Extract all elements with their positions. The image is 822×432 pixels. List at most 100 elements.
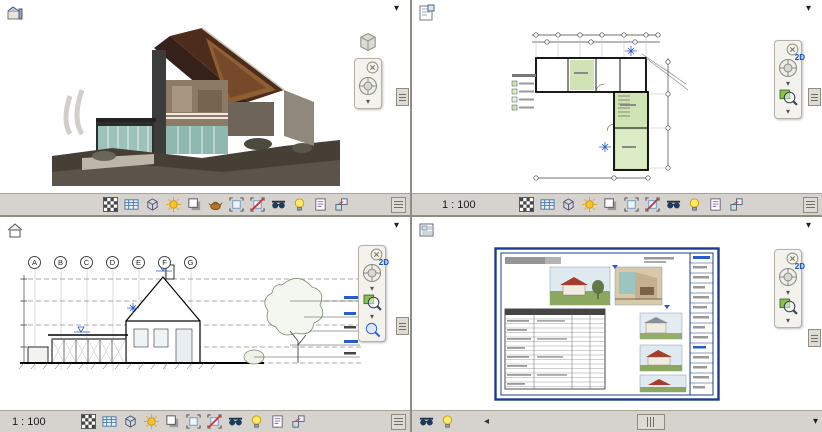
wheel-dropdown-icon[interactable]: ▾ (366, 98, 370, 106)
scroll-arrow-icon[interactable]: ▾ (806, 220, 811, 232)
elevation-view-icon[interactable] (6, 221, 24, 239)
view-control-bar: 1 : 100 (0, 410, 410, 432)
scroll-left-icon[interactable]: ◂ (484, 416, 489, 427)
hide-isolate-icon[interactable] (418, 413, 435, 430)
horizontal-scrollbar[interactable] (493, 413, 805, 430)
detail-level-icon[interactable] (123, 196, 140, 213)
app-window: { "colors": { "chrome": "#d6d3ce", "chro… (0, 0, 822, 432)
visual-style-icon[interactable] (144, 196, 161, 213)
displacement-icon[interactable] (290, 413, 307, 430)
viewport-3d[interactable]: ▾ ▾ (0, 0, 410, 215)
visual-style-icon[interactable] (560, 196, 577, 213)
scroll-down-icon[interactable]: ▾ (813, 416, 818, 427)
scrollbar-grip[interactable] (808, 329, 821, 347)
wheel-2d-label: 2D (794, 53, 805, 62)
crop-visibility-icon[interactable] (206, 413, 223, 430)
floor-plan-drawing (510, 28, 702, 186)
hide-isolate-icon[interactable] (270, 196, 287, 213)
hide-isolate-icon[interactable] (665, 196, 682, 213)
view-properties-icon[interactable] (707, 196, 724, 213)
tiled-viewports: ▾ ▾ ▾ 2D ▾ ▾ 1: 100 A B C D E F G ▾ 2D … (0, 0, 822, 432)
3d-house-drawing (52, 26, 340, 186)
wheel-dropdown-icon[interactable]: ▾ (370, 285, 374, 293)
navigation-bar: 2D ▾ ▾ (774, 40, 805, 119)
scrollbar-grip[interactable] (396, 317, 409, 335)
displacement-icon[interactable] (333, 196, 350, 213)
scrollbar-grip[interactable] (808, 88, 821, 106)
scroll-arrow-icon[interactable]: ▾ (394, 3, 399, 15)
steering-wheel-button[interactable]: 2D (777, 262, 805, 288)
shadows-icon[interactable] (602, 196, 619, 213)
zoom-button[interactable] (779, 88, 798, 107)
view-control-bar: 1 : 100 (412, 193, 822, 215)
steering-wheel-button[interactable]: 2D (777, 53, 805, 79)
view-properties-icon[interactable] (312, 196, 329, 213)
viewport-elevation[interactable]: ABCDEFG ▾ 2D ▾ ▾ 1 : 100 (0, 217, 410, 432)
zoom-button[interactable] (779, 297, 798, 316)
plan-view-icon[interactable] (418, 4, 436, 22)
shadows-icon[interactable] (164, 413, 181, 430)
grid-bubble: G (184, 256, 197, 269)
grid-bubble: B (54, 256, 67, 269)
detail-level-icon[interactable] (539, 196, 556, 213)
zoom-dropdown-icon[interactable]: ▾ (786, 108, 790, 116)
zoom-dropdown-icon[interactable]: ▾ (370, 313, 374, 321)
view-toolbar (102, 196, 350, 213)
navigation-bar: ▾ (354, 58, 382, 109)
resize-grip[interactable] (803, 196, 818, 213)
resize-grip[interactable] (391, 413, 406, 430)
grid-bubble: A (28, 256, 41, 269)
sun-icon[interactable] (143, 413, 160, 430)
crop-visibility-icon[interactable] (644, 196, 661, 213)
grid-bubble-row: ABCDEFG (28, 256, 197, 269)
viewcube-icon[interactable] (356, 30, 380, 54)
displacement-icon[interactable] (728, 196, 745, 213)
zoom-dropdown-icon[interactable]: ▾ (786, 317, 790, 325)
scrollbar-grip[interactable] (396, 88, 409, 106)
scroll-arrow-icon[interactable]: ▾ (394, 220, 399, 232)
scroll-arrow-icon[interactable]: ▾ (806, 3, 811, 15)
sun-icon[interactable] (581, 196, 598, 213)
scale-button[interactable]: 1 : 100 (12, 416, 46, 428)
crop-icon[interactable] (228, 196, 245, 213)
crop-icon[interactable] (623, 196, 640, 213)
steering-wheel-button[interactable]: 2D (361, 258, 389, 284)
reveal-hidden-icon[interactable] (248, 413, 265, 430)
steering-wheel-button[interactable] (357, 75, 379, 97)
crop-icon[interactable] (185, 413, 202, 430)
hide-isolate-icon[interactable] (227, 413, 244, 430)
detail-level-icon[interactable] (101, 413, 118, 430)
scale-icon[interactable] (102, 196, 119, 213)
horizontal-scroll-thumb[interactable] (636, 413, 665, 430)
view-control-bar (0, 193, 410, 215)
reveal-hidden-icon[interactable] (686, 196, 703, 213)
view-toolbar (418, 413, 456, 430)
view-properties-icon[interactable] (269, 413, 286, 430)
viewport-sheet[interactable]: ▾ 2D ▾ ▾ ◂ ▾ (412, 217, 822, 432)
navigation-bar: 2D ▾ ▾ (774, 249, 805, 328)
crop-visibility-icon[interactable] (249, 196, 266, 213)
scale-button[interactable]: 1 : 100 (442, 199, 476, 211)
viewport-plan[interactable]: ▾ 2D ▾ ▾ 1 : 100 (412, 0, 822, 215)
sun-icon[interactable] (165, 196, 182, 213)
reveal-hidden-icon[interactable] (439, 413, 456, 430)
sheet-drawing (494, 247, 720, 401)
wheel-dropdown-icon[interactable]: ▾ (786, 80, 790, 88)
reveal-hidden-icon[interactable] (291, 196, 308, 213)
render-icon[interactable] (207, 196, 224, 213)
grid-bubble: F (158, 256, 171, 269)
view-control-bar: ◂ ▾ (412, 410, 822, 432)
visual-style-icon[interactable] (122, 413, 139, 430)
scale-icon[interactable] (80, 413, 97, 430)
view-3d-icon[interactable] (6, 4, 24, 22)
resize-grip[interactable] (391, 196, 406, 213)
close-icon[interactable] (366, 61, 379, 74)
wheel-dropdown-icon[interactable]: ▾ (786, 289, 790, 297)
zoom-button[interactable] (363, 293, 382, 312)
view-toolbar (518, 196, 745, 213)
view-toolbar (80, 413, 307, 430)
shadows-icon[interactable] (186, 196, 203, 213)
scale-icon[interactable] (518, 196, 535, 213)
zoom-region-icon[interactable] (364, 321, 381, 338)
sheet-view-icon[interactable] (418, 221, 436, 239)
